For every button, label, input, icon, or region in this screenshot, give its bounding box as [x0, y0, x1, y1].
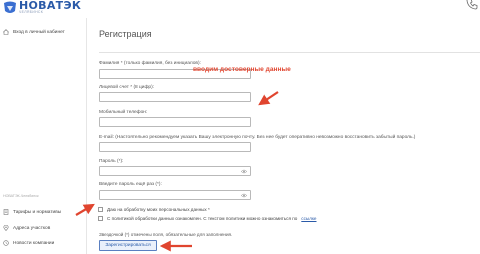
sidebar-item-addresses[interactable]: Адреса участков [3, 225, 50, 231]
news-icon [3, 240, 9, 246]
phone-icon[interactable] [466, 0, 478, 10]
sidebar-item-news[interactable]: Новости компании [3, 240, 54, 246]
password-input[interactable] [99, 166, 251, 176]
sidebar-item-label: Адреса участков [13, 225, 51, 231]
sidebar-section-title: НОВАТЭК-Челябинск [3, 194, 39, 198]
app-header: НОВАТЭК ЧЕЛЯБИНСК [0, 0, 480, 18]
email-input[interactable] [99, 142, 251, 152]
sidebar-item-label: Вход в личный кабинет [13, 29, 65, 35]
page-title: Регистрация [99, 29, 152, 39]
required-note: Звездочкой (*) отмечены поля, обязательн… [99, 232, 233, 237]
consent-label: Даю на обработку моих персональных данны… [107, 207, 210, 212]
mobile-phone-input[interactable] [99, 117, 251, 127]
location-pin-icon [3, 225, 9, 231]
surname-label: Фамилия * (только фамилия, без инициалов… [99, 61, 201, 66]
email-label: E-mail: (Настоятельно рекомендуем указат… [99, 135, 416, 140]
document-icon [3, 209, 9, 215]
eye-icon[interactable] [241, 193, 247, 198]
mobile-label: Мобильный телефон: [99, 110, 148, 115]
sidebar-item-label: Тарифы и нормативы [13, 209, 62, 215]
password-repeat-label: Введите пароль ещё раз (*): [99, 182, 162, 187]
consent-checkbox[interactable] [98, 207, 103, 212]
home-icon [3, 29, 9, 35]
policy-link[interactable]: ссылке [301, 216, 316, 221]
eye-icon[interactable] [241, 169, 247, 174]
novatek-logo-icon[interactable] [2, 1, 18, 15]
sidebar-item-label: Новости компании [13, 240, 55, 246]
consent-checkbox-row[interactable]: Даю на обработку моих персональных данны… [98, 207, 210, 212]
registration-panel: Регистрация Фамилия * (только фамилия, б… [88, 18, 480, 254]
account-number-input[interactable] [99, 92, 251, 102]
policy-checkbox[interactable] [98, 216, 103, 221]
sidebar-item-tariffs[interactable]: Тарифы и нормативы [3, 209, 61, 215]
password-label: Пароль (*): [99, 159, 124, 164]
logo-subtitle: ЧЕЛЯБИНСК [19, 10, 44, 14]
sidebar: Вход в личный кабинет НОВАТЭК-Челябинск … [0, 18, 87, 254]
policy-checkbox-row[interactable]: С политикой обработки данных ознакомлен.… [98, 216, 317, 221]
password-repeat-input[interactable] [99, 190, 251, 200]
account-label: Лицевой счет * (8 цифр): [99, 85, 155, 90]
title-divider [99, 52, 480, 53]
annotation-text: вводим достоверные данные [193, 66, 291, 73]
register-button[interactable]: Зарегистрироваться [99, 240, 157, 251]
sidebar-item-login[interactable]: Вход в личный кабинет [3, 29, 65, 35]
policy-label: С политикой обработки данных ознакомлен.… [107, 216, 298, 221]
